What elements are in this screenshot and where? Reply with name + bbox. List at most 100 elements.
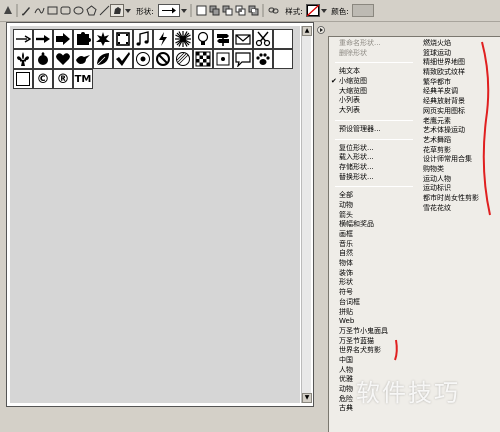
shape-tile[interactable] xyxy=(13,29,33,49)
shape-tile[interactable] xyxy=(173,49,193,69)
intersect-shape-area-icon[interactable] xyxy=(234,4,246,17)
menu-item[interactable]: 世界名犬剪影 xyxy=(329,346,417,356)
shape-tile[interactable] xyxy=(273,49,293,69)
menu-item[interactable]: 艺术体操运动 xyxy=(419,126,500,136)
shape-tile[interactable]: © xyxy=(33,69,53,89)
exclude-overlap-icon[interactable] xyxy=(247,4,259,17)
shape-tile[interactable] xyxy=(153,49,173,69)
line-tool-icon[interactable] xyxy=(98,4,110,17)
menu-item[interactable]: 预设管理器... xyxy=(329,125,417,135)
menu-item[interactable]: 画框 xyxy=(329,230,417,240)
menu-item[interactable]: 燃烧火焰 xyxy=(419,39,500,49)
menu-item[interactable]: 经典羊皮调 xyxy=(419,87,500,97)
shape-tile[interactable] xyxy=(193,49,213,69)
rounded-rectangle-tool-icon[interactable] xyxy=(59,4,71,17)
shape-tile[interactable] xyxy=(213,29,233,49)
menu-item[interactable]: 物体 xyxy=(329,259,417,269)
menu-item[interactable]: 繁华都市 xyxy=(419,78,500,88)
shape-tile[interactable] xyxy=(113,29,133,49)
shape-tile[interactable] xyxy=(73,49,93,69)
scroll-down-arrow-icon[interactable]: ▼ xyxy=(302,393,312,403)
shape-tile[interactable] xyxy=(253,49,273,69)
menu-item[interactable]: 中国 xyxy=(329,356,417,366)
shape-tile[interactable] xyxy=(93,29,113,49)
menu-item[interactable]: 艺术舞蹈 xyxy=(419,136,500,146)
menu-item[interactable]: 花草剪影 xyxy=(419,146,500,156)
menu-item[interactable]: 替换形状... xyxy=(329,173,417,183)
menu-item[interactable]: 大缩览图 xyxy=(329,87,417,97)
menu-item[interactable]: 载入形状... xyxy=(329,153,417,163)
menu-item[interactable]: ✔ 小缩览图 xyxy=(329,77,417,87)
menu-item[interactable]: Web xyxy=(329,317,417,327)
polygon-tool-icon[interactable] xyxy=(85,4,97,17)
shape-tile[interactable] xyxy=(273,29,293,49)
shape-tile[interactable] xyxy=(73,29,93,49)
menu-item[interactable]: 雪花花纹 xyxy=(419,204,500,214)
menu-item[interactable]: 设计师常用合集 xyxy=(419,155,500,165)
menu-item[interactable]: 全部 xyxy=(329,191,417,201)
custom-shape-tool-icon[interactable] xyxy=(110,4,124,17)
style-dropdown-icon[interactable] xyxy=(321,4,327,17)
shape-tile[interactable] xyxy=(153,29,173,49)
shape-tile[interactable] xyxy=(233,49,253,69)
shape-tile[interactable] xyxy=(213,49,233,69)
shape-tool-icon[interactable] xyxy=(2,4,14,17)
subtract-shape-area-icon[interactable] xyxy=(221,4,233,17)
pen-tool-icon[interactable] xyxy=(20,4,32,17)
shape-tile[interactable]: TM xyxy=(73,69,93,89)
menu-item[interactable]: 箭头 xyxy=(329,211,417,221)
menu-item[interactable]: 都市时尚女性剪影 xyxy=(419,194,500,204)
menu-item[interactable]: 万圣节蓝猫 xyxy=(329,337,417,347)
menu-item[interactable]: 精细世界地图 xyxy=(419,58,500,68)
menu-item[interactable]: 精致欧式纹样 xyxy=(419,68,500,78)
style-swatch-none[interactable] xyxy=(306,4,320,17)
shape-tile[interactable] xyxy=(133,49,153,69)
menu-item[interactable]: 小列表 xyxy=(329,96,417,106)
shape-tile[interactable] xyxy=(53,29,73,49)
menu-item[interactable]: 形状 xyxy=(329,278,417,288)
menu-item[interactable]: 自然 xyxy=(329,249,417,259)
menu-item[interactable]: 符号 xyxy=(329,288,417,298)
shape-tile[interactable] xyxy=(93,49,113,69)
shape-dropdown-icon[interactable] xyxy=(181,4,187,17)
menu-item[interactable]: 台词框 xyxy=(329,298,417,308)
menu-item[interactable]: 网页实用图标 xyxy=(419,107,500,117)
menu-item[interactable]: 经典放射背景 xyxy=(419,97,500,107)
shape-tile[interactable] xyxy=(133,29,153,49)
menu-item[interactable]: 运动标识 xyxy=(419,184,500,194)
menu-item[interactable]: 购物类 xyxy=(419,165,500,175)
shape-tile[interactable] xyxy=(13,49,33,69)
menu-item[interactable]: 拼贴 xyxy=(329,308,417,318)
scroll-up-arrow-icon[interactable]: ▲ xyxy=(302,26,312,36)
shape-tile[interactable] xyxy=(173,29,193,49)
menu-item[interactable]: 篮球运动 xyxy=(419,49,500,59)
panel-menu-arrow-icon[interactable] xyxy=(316,26,326,36)
menu-item[interactable]: 纯文本 xyxy=(329,67,417,77)
color-swatch[interactable] xyxy=(352,4,374,17)
menu-item[interactable]: 存储形状... xyxy=(329,163,417,173)
menu-item[interactable]: 音乐 xyxy=(329,240,417,250)
menu-item[interactable]: 大列表 xyxy=(329,106,417,116)
rectangle-tool-icon[interactable] xyxy=(46,4,58,17)
shape-tile[interactable] xyxy=(33,29,53,49)
shape-tile[interactable] xyxy=(253,29,273,49)
add-shape-area-icon[interactable] xyxy=(208,4,220,17)
shape-tile[interactable]: ® xyxy=(53,69,73,89)
menu-item[interactable]: 万圣节小鬼面具 xyxy=(329,327,417,337)
menu-item[interactable]: 运动人物 xyxy=(419,175,500,185)
link-icon[interactable] xyxy=(267,4,279,17)
shape-preview-box[interactable] xyxy=(158,4,180,17)
freeform-pen-icon[interactable] xyxy=(33,4,45,17)
new-shape-layer-icon[interactable] xyxy=(195,4,207,17)
shape-tile[interactable] xyxy=(33,49,53,69)
shape-tile[interactable] xyxy=(233,29,253,49)
menu-item[interactable]: 装饰 xyxy=(329,269,417,279)
shape-picker-scrollbar[interactable]: ▲ ▼ xyxy=(301,26,312,403)
shape-tile[interactable] xyxy=(13,69,33,89)
ellipse-tool-icon[interactable] xyxy=(72,4,84,17)
tool-dropdown-icon[interactable] xyxy=(125,4,131,17)
menu-item[interactable]: 横幅和奖品 xyxy=(329,220,417,230)
shape-tile[interactable] xyxy=(53,49,73,69)
menu-item[interactable]: 老鹰元素 xyxy=(419,117,500,127)
shape-tile[interactable] xyxy=(113,49,133,69)
